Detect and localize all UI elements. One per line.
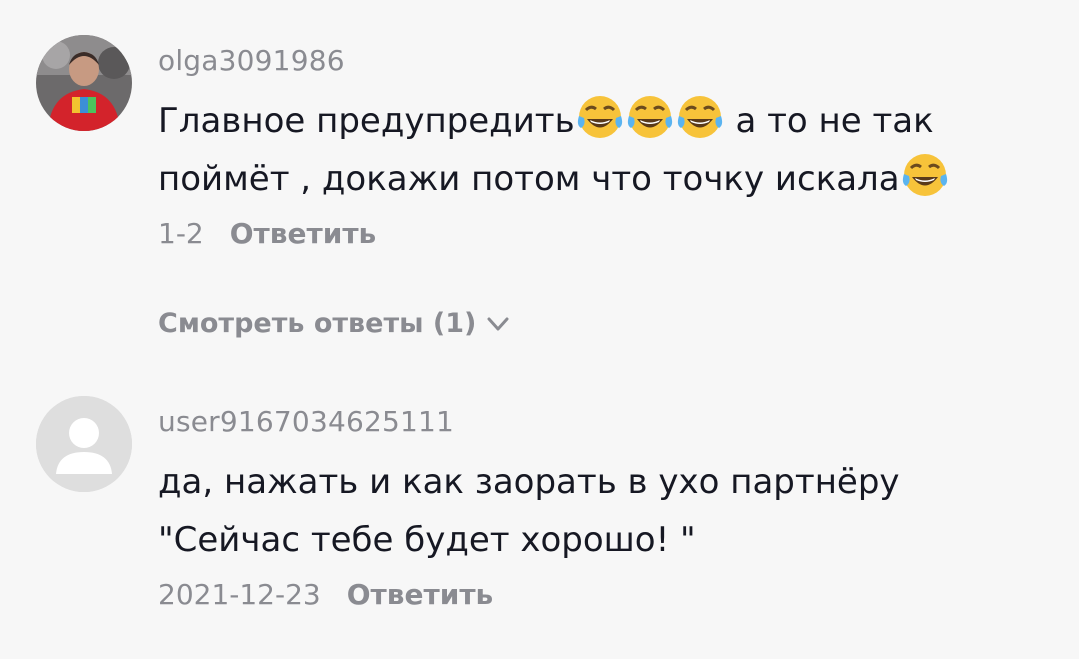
comment-text: Главное предупредить а то не так поймёт …: [158, 92, 1049, 208]
comment-username[interactable]: user9167034625111: [158, 406, 1049, 438]
comment-meta: 2021-12-23 Ответить: [158, 579, 1049, 611]
avatar[interactable]: [36, 35, 132, 131]
face-with-tears-of-joy-icon: [627, 96, 672, 138]
comment-text-line-1: Главное предупредить а то не так: [158, 92, 1049, 150]
comment-date: 2021-12-23: [158, 578, 321, 611]
comment-text-line-2: "Сейчас тебе будет хорошо! ": [158, 520, 696, 560]
comment-meta: 1-2 Ответить: [158, 218, 1049, 250]
face-with-tears-of-joy-icon: [902, 154, 947, 196]
user-avatar-photo: [36, 35, 132, 131]
comment-text-part: поймёт , докажи потом что точку искала: [158, 159, 900, 199]
comment-text: да, нажать и как заорать в ухо партнёру …: [158, 453, 1049, 569]
avatar[interactable]: [36, 396, 132, 492]
face-with-tears-of-joy-icon: [577, 96, 622, 138]
comment-username[interactable]: olga3091986: [158, 45, 1049, 77]
view-replies-label: Смотреть ответы (1): [158, 308, 477, 339]
reply-button[interactable]: Ответить: [230, 218, 377, 250]
view-replies-button[interactable]: Смотреть ответы (1): [158, 308, 512, 339]
face-with-tears-of-joy-icon: [677, 96, 722, 138]
comment-text-part: Главное предупредить: [158, 101, 575, 141]
comment-text-line-1: да, нажать и как заорать в ухо партнёру: [158, 462, 900, 502]
chevron-down-icon: [487, 317, 509, 330]
default-user-icon: [36, 396, 132, 492]
comment-date: 1-2: [158, 217, 204, 250]
reply-button[interactable]: Ответить: [347, 579, 494, 611]
comment-text-line-2: поймёт , докажи потом что точку искала: [158, 150, 1049, 208]
comment-text-part: а то не так: [724, 101, 934, 141]
